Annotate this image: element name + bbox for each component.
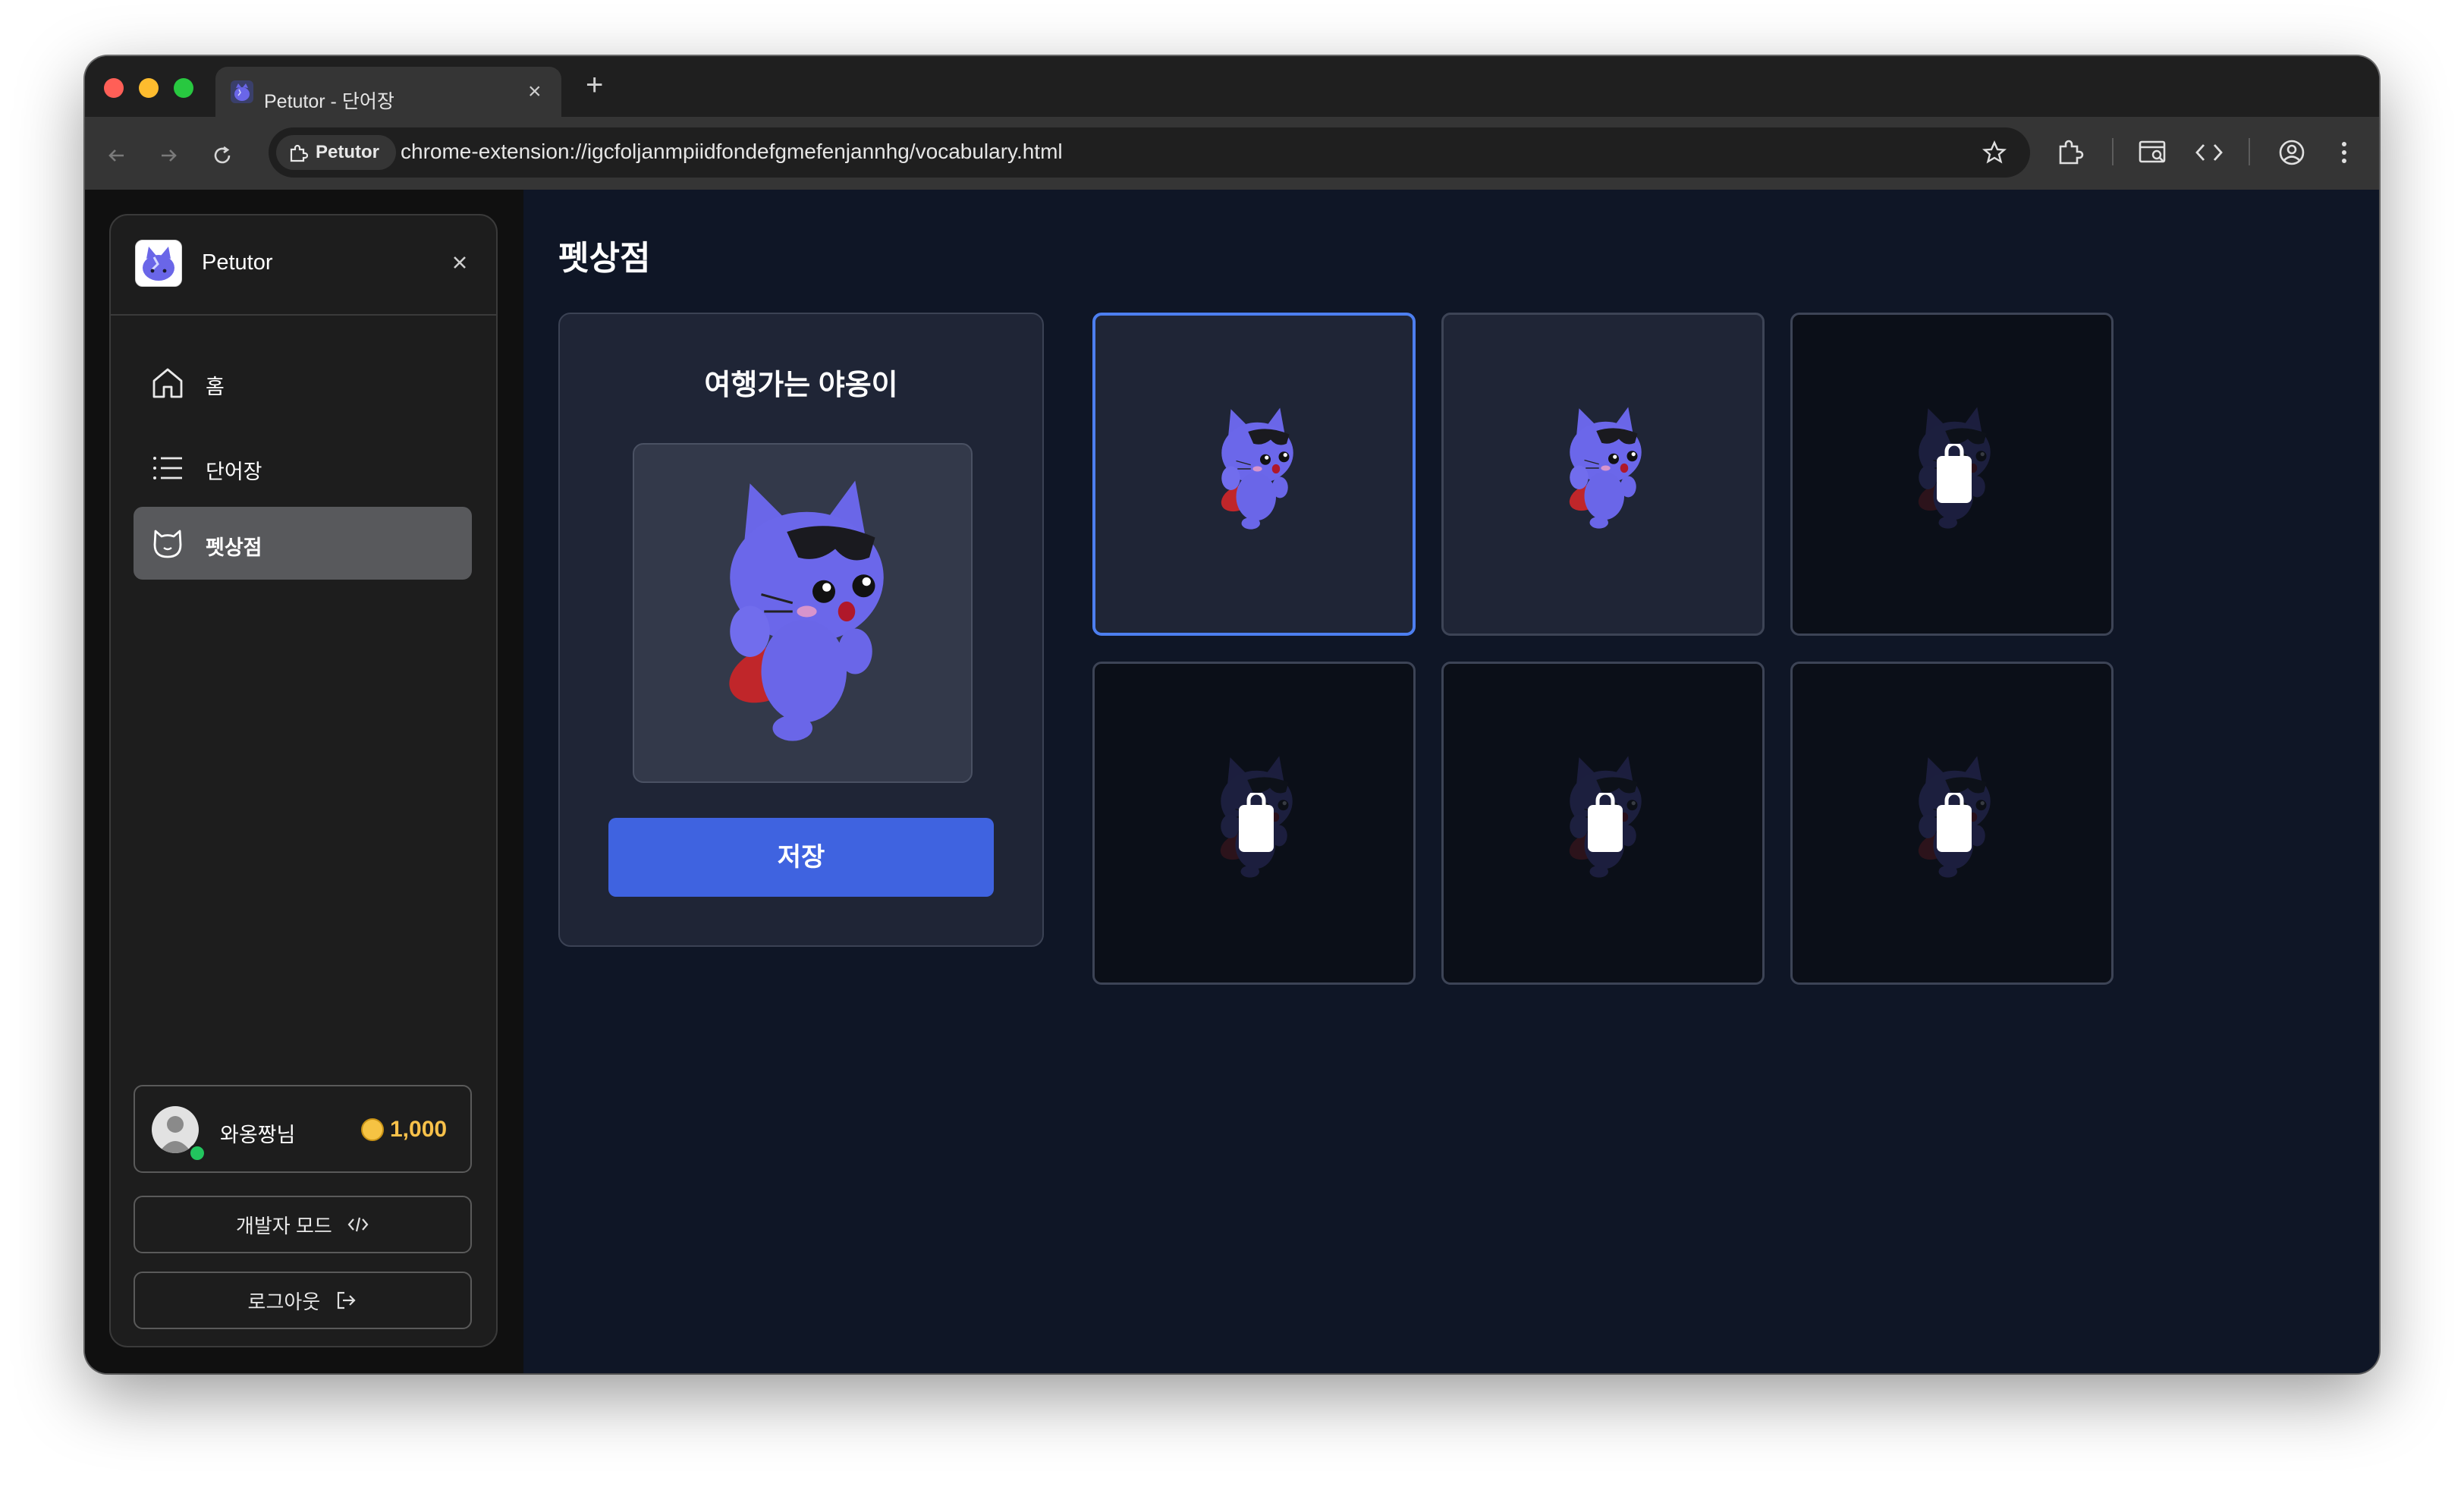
tab-search-icon[interactable] — [2138, 138, 2168, 167]
petutor-logo — [135, 240, 182, 287]
lock-icon — [1239, 793, 1274, 852]
pet-thumbnail-icon — [1564, 406, 1642, 530]
browser-window: Petutor - 단어장 × + Petutor chrome-extensi… — [85, 56, 2379, 1373]
page-content: Petutor 홈 단어장 펫상점 와옹짱님 1,000 개발자 모드 로그아웃… — [85, 190, 2379, 1373]
pet-grid-item-locked[interactable] — [1790, 662, 2114, 985]
list-icon — [153, 457, 182, 479]
sidebar-item-pet-shop[interactable]: 펫상점 — [134, 507, 472, 580]
site-chip-label: Petutor — [316, 142, 379, 162]
sidebar-app-name: Petutor — [202, 250, 273, 275]
logout-icon — [338, 1292, 357, 1309]
browser-tab[interactable]: Petutor - 단어장 × — [215, 67, 561, 117]
close-window-button[interactable] — [104, 78, 124, 98]
pet-name: 여행가는 야옹이 — [704, 369, 898, 401]
sidebar-header: Petutor — [111, 215, 496, 316]
code-icon — [347, 1217, 369, 1232]
reload-icon[interactable] — [211, 144, 234, 167]
petutor-logo-icon — [143, 247, 174, 281]
sidebar-close-icon[interactable] — [445, 247, 475, 278]
tab-strip: Petutor - 단어장 × + — [85, 56, 2379, 117]
lock-icon — [1937, 793, 1972, 852]
tab-title: Petutor - 단어장 — [264, 91, 394, 112]
username: 와옹짱님 — [220, 1124, 296, 1146]
extension-puzzle-icon — [290, 144, 308, 162]
logout-button[interactable]: 로그아웃 — [134, 1272, 472, 1329]
petutor-favicon-icon — [231, 80, 253, 103]
lock-icon — [1937, 444, 1972, 503]
url-text[interactable]: chrome-extension://igcfoljanmpiidfondefg… — [401, 140, 1063, 164]
pet-preview-card: 여행가는 야옹이 저장 — [558, 313, 1044, 947]
lock-icon — [1588, 793, 1623, 852]
pet-image-icon — [718, 479, 885, 743]
sidebar-item-vocabulary[interactable]: 단어장 — [134, 431, 472, 504]
toolbar-separator-2 — [2249, 138, 2250, 165]
online-status-dot — [188, 1144, 206, 1162]
developer-mode-label: 개발자 모드 — [235, 1215, 332, 1238]
sidebar-pane: Petutor 홈 단어장 펫상점 와옹짱님 1,000 개발자 모드 로그아웃 — [85, 190, 523, 1373]
new-tab-icon[interactable]: + — [586, 68, 603, 102]
coin-icon — [361, 1118, 384, 1141]
user-card[interactable]: 와옹짱님 1,000 — [134, 1085, 472, 1173]
devtools-code-icon[interactable] — [2194, 140, 2224, 165]
pet-grid-item[interactable] — [1092, 313, 1416, 636]
sidebar-item-label: 홈 — [206, 376, 225, 398]
sidebar: Petutor 홈 단어장 펫상점 와옹짱님 1,000 개발자 모드 로그아웃 — [109, 214, 498, 1347]
back-icon[interactable] — [105, 144, 127, 167]
minimize-window-button[interactable] — [139, 78, 159, 98]
pet-grid-item-locked[interactable] — [1441, 662, 1765, 985]
extensions-icon[interactable] — [2056, 138, 2085, 167]
forward-icon[interactable] — [158, 144, 181, 167]
logout-label: 로그아웃 — [247, 1291, 321, 1314]
pet-grid-item[interactable] — [1441, 313, 1765, 636]
sidebar-item-home[interactable]: 홈 — [134, 346, 472, 419]
zoom-window-button[interactable] — [174, 78, 193, 98]
home-icon — [152, 368, 183, 398]
pet-grid-item-locked[interactable] — [1092, 662, 1416, 985]
toolbar-separator — [2112, 138, 2114, 165]
bookmark-star-icon[interactable] — [1982, 140, 2007, 165]
cat-icon — [153, 530, 182, 558]
sidebar-item-label: 단어장 — [206, 461, 262, 483]
kebab-menu-icon[interactable] — [2338, 138, 2350, 167]
profile-icon[interactable] — [2277, 138, 2306, 167]
pet-grid-item-locked[interactable] — [1790, 313, 2114, 636]
sidebar-item-label: 펫상점 — [206, 536, 262, 559]
developer-mode-button[interactable]: 개발자 모드 — [134, 1196, 472, 1253]
site-info-chip[interactable]: Petutor — [276, 135, 396, 170]
pet-thumbnail-icon — [1216, 407, 1294, 530]
pet-preview-image — [633, 443, 973, 783]
coin-balance: 1,000 — [390, 1117, 448, 1142]
save-button[interactable]: 저장 — [608, 818, 994, 897]
page-title: 펫상점 — [558, 240, 651, 277]
tab-close-icon[interactable]: × — [528, 79, 542, 105]
